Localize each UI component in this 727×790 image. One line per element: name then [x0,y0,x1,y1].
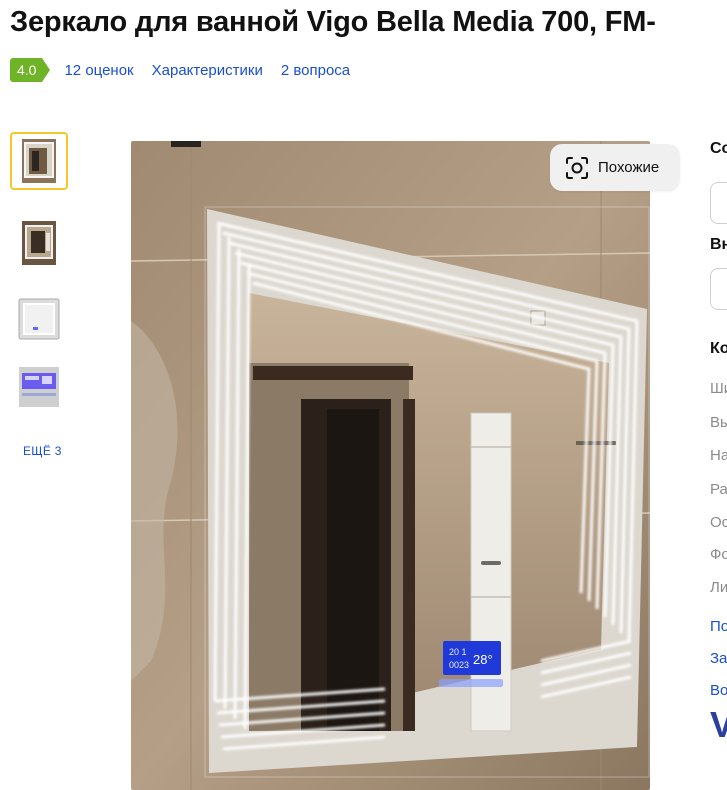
panel-link-1[interactable]: По [710,618,727,635]
questions-link[interactable]: 2 вопроса [281,62,350,79]
panel-link-3[interactable]: Во [710,682,727,699]
spec-row-3: На [710,447,727,464]
spec-row-2: Вы [710,414,727,431]
mirror-photo-image: 20 1 0023 28° [131,141,650,790]
mirror-date-readout: 0023 [449,660,469,670]
mirror-temperature-readout: 28° [473,652,493,667]
spec-row-4: Ра [710,481,727,498]
thumbnail-4-image [19,367,59,407]
brand-logo[interactable]: V [710,704,727,746]
thumbnail-2-image [22,221,56,265]
thumbnail-3-image [18,298,60,340]
panel-select-2[interactable] [710,268,727,310]
more-photos-link[interactable]: ЕЩЁ 3 [23,444,62,458]
panel-heading-2: Вн [710,236,727,253]
panel-link-2[interactable]: За [710,650,727,667]
similar-button[interactable]: Похожие [550,144,680,191]
reviews-link[interactable]: 12 оценок [64,62,133,79]
lens-scan-icon [566,156,588,179]
right-info-panel: Со Вн Ко Ши Вы На Ра Ос Фо Ли По За Во V [710,0,727,790]
spec-row-7: Ли [710,579,727,596]
thumbnail-2[interactable] [10,214,68,272]
product-title: Зеркало для ванной Vigo Bella Media 700,… [10,6,656,38]
thumbnail-1-image [22,139,56,183]
spec-row-6: Фо [710,546,727,563]
mirror-clock-readout: 20 1 [449,647,467,657]
main-product-photo[interactable]: 20 1 0023 28° [131,141,650,790]
thumbnail-4[interactable] [10,358,68,416]
similar-button-label: Похожие [598,159,660,176]
thumbnail-1[interactable] [10,132,68,190]
thumbnail-3[interactable] [10,290,68,348]
spec-row-5: Ос [710,514,727,531]
specs-link[interactable]: Характеристики [152,62,263,79]
spec-row-1: Ши [710,380,727,397]
product-meta-row: 4.0 12 оценок Характеристики 2 вопроса [10,57,350,83]
panel-heading-3: Ко [710,340,727,357]
panel-heading-1: Со [710,140,727,157]
panel-select-1[interactable] [710,182,727,224]
rating-badge[interactable]: 4.0 [10,58,52,82]
